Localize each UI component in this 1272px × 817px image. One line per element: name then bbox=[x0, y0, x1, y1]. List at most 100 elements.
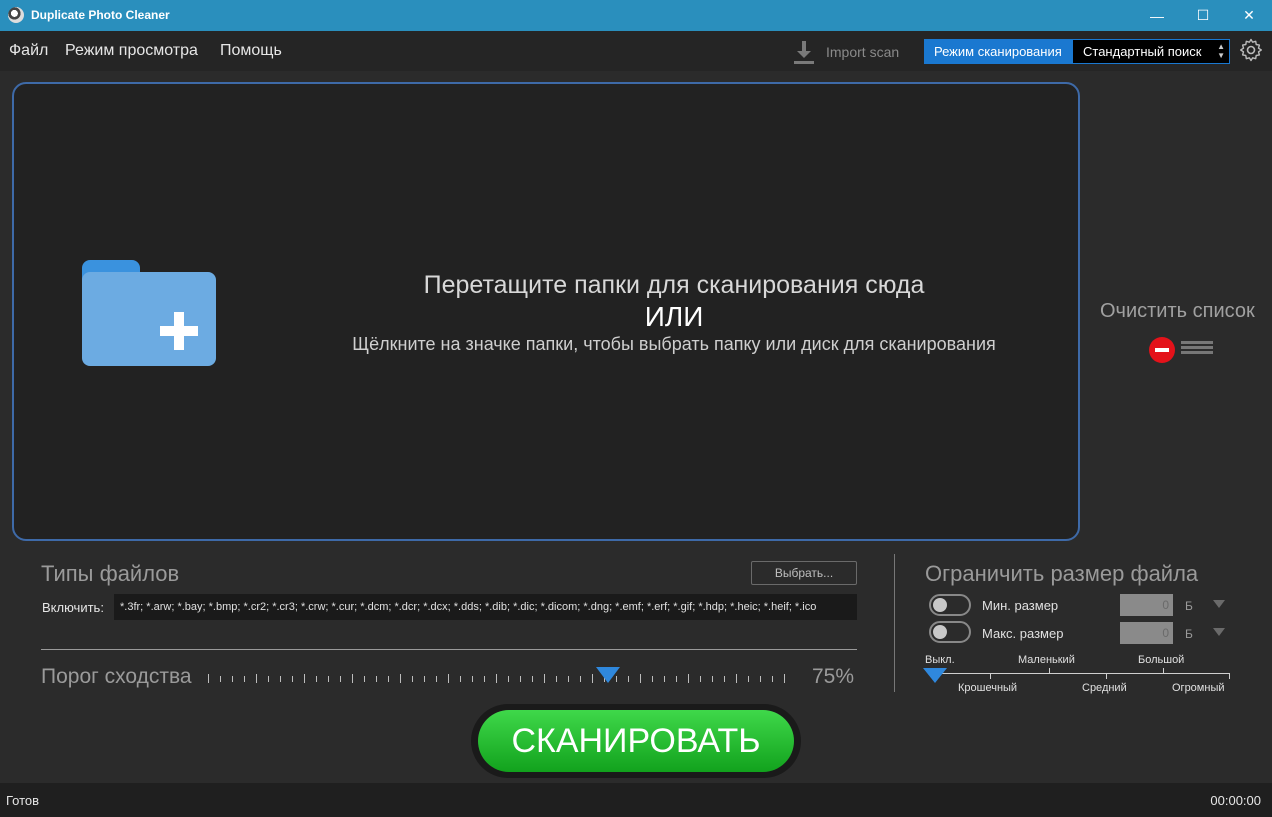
similarity-label: Порог сходства bbox=[41, 665, 192, 688]
maximize-button[interactable]: ☐ bbox=[1180, 0, 1226, 31]
panel-divider bbox=[894, 554, 895, 692]
slider-tick bbox=[736, 674, 737, 683]
gear-icon[interactable] bbox=[1239, 38, 1263, 62]
updown-arrows-icon: ▲ ▼ bbox=[1217, 42, 1225, 60]
slider-tick bbox=[784, 674, 785, 683]
similarity-slider-thumb[interactable] bbox=[596, 667, 620, 683]
slider-tick bbox=[544, 674, 545, 683]
slider-tick bbox=[628, 676, 629, 682]
slider-tick bbox=[700, 676, 701, 682]
folder-add-icon[interactable] bbox=[82, 260, 216, 368]
scale-label-tiny: Крошечный bbox=[958, 682, 1018, 694]
slider-tick bbox=[304, 674, 305, 683]
min-size-toggle[interactable] bbox=[929, 594, 971, 616]
slider-tick bbox=[328, 676, 329, 682]
title-bar: Duplicate Photo Cleaner — ☐ ✕ bbox=[0, 0, 1272, 31]
slider-tick bbox=[508, 676, 509, 682]
min-size-unit: Б bbox=[1185, 599, 1193, 613]
slider-tick bbox=[580, 676, 581, 682]
slider-tick bbox=[244, 676, 245, 682]
menu-view-mode[interactable]: Режим просмотра bbox=[65, 42, 198, 60]
slider-tick bbox=[556, 676, 557, 682]
scale-label-large: Большой bbox=[1138, 654, 1185, 666]
download-icon bbox=[792, 39, 816, 65]
slider-tick bbox=[688, 674, 689, 683]
scale-label-off: Выкл. bbox=[925, 654, 955, 666]
slider-tick bbox=[772, 676, 773, 682]
max-size-unit: Б bbox=[1185, 627, 1193, 641]
remove-icon bbox=[1149, 337, 1175, 363]
size-scale-thumb[interactable] bbox=[923, 668, 947, 683]
slider-tick bbox=[208, 674, 209, 683]
slider-tick bbox=[232, 676, 233, 682]
slider-tick bbox=[220, 676, 221, 682]
min-size-input[interactable]: 0 bbox=[1120, 594, 1173, 616]
click-instruction: Щёлкните на значке папки, чтобы выбрать … bbox=[352, 334, 996, 354]
divider bbox=[41, 649, 857, 650]
slider-tick bbox=[376, 676, 377, 682]
slider-tick bbox=[664, 676, 665, 682]
slider-tick bbox=[400, 674, 401, 683]
slider-tick bbox=[280, 676, 281, 682]
slider-tick bbox=[268, 676, 269, 682]
slider-tick bbox=[520, 676, 521, 682]
slider-tick bbox=[388, 676, 389, 682]
slider-tick bbox=[484, 676, 485, 682]
size-limit-title: Ограничить размер файла bbox=[925, 561, 1199, 586]
scale-label-medium: Средний bbox=[1082, 682, 1127, 694]
slider-tick bbox=[292, 676, 293, 682]
drop-or: ИЛИ bbox=[644, 301, 704, 332]
slider-tick bbox=[352, 674, 353, 683]
slider-tick bbox=[448, 674, 449, 683]
app-logo-icon bbox=[8, 7, 24, 23]
include-extensions-field[interactable]: *.3fr; *.arw; *.bay; *.bmp; *.cr2; *.cr3… bbox=[114, 594, 857, 620]
choose-file-types-button[interactable]: Выбрать... bbox=[751, 561, 857, 585]
elapsed-timer: 00:00:00 bbox=[1210, 793, 1261, 808]
include-label: Включить: bbox=[42, 600, 104, 615]
menu-help[interactable]: Помощь bbox=[220, 42, 282, 60]
scale-tick bbox=[1106, 674, 1107, 679]
max-size-input[interactable]: 0 bbox=[1120, 622, 1173, 644]
folder-drop-zone[interactable]: Перетащите папки для сканирования сюда И… bbox=[12, 82, 1080, 541]
scan-button[interactable]: СКАНИРОВАТЬ bbox=[478, 710, 794, 772]
size-scale-slider[interactable] bbox=[928, 673, 1230, 674]
menu-file[interactable]: Файл bbox=[9, 42, 48, 60]
list-icon bbox=[1181, 341, 1213, 359]
clear-list-button[interactable] bbox=[1149, 337, 1215, 363]
slider-tick bbox=[316, 676, 317, 682]
clear-list-title: Очистить список bbox=[1100, 300, 1255, 322]
slider-tick bbox=[760, 676, 761, 682]
scan-mode-selector: Режим сканирования Стандартный поиск ▲ ▼ bbox=[924, 39, 1230, 64]
drop-instruction: Перетащите папки для сканирования сюда bbox=[423, 271, 925, 299]
similarity-slider-track[interactable] bbox=[205, 674, 795, 686]
min-size-label: Мин. размер bbox=[982, 598, 1059, 613]
slider-tick bbox=[436, 676, 437, 682]
window-title: Duplicate Photo Cleaner bbox=[31, 8, 170, 22]
scale-tick bbox=[1229, 674, 1230, 679]
scale-tick bbox=[1163, 668, 1164, 673]
slider-tick bbox=[256, 674, 257, 683]
slider-tick bbox=[340, 676, 341, 682]
file-types-title: Типы файлов bbox=[41, 561, 180, 586]
slider-tick bbox=[496, 674, 497, 683]
scale-tick bbox=[1049, 668, 1050, 673]
status-text: Готов bbox=[6, 793, 40, 808]
min-unit-dropdown-icon[interactable] bbox=[1213, 600, 1225, 608]
slider-tick bbox=[652, 676, 653, 682]
slider-tick bbox=[676, 676, 677, 682]
max-size-toggle[interactable] bbox=[929, 621, 971, 643]
scale-label-huge: Огромный bbox=[1172, 682, 1225, 694]
slider-tick bbox=[640, 674, 641, 683]
slider-tick bbox=[364, 676, 365, 682]
slider-tick bbox=[568, 676, 569, 682]
similarity-value: 75% bbox=[812, 665, 855, 688]
scale-tick bbox=[990, 674, 991, 679]
scan-mode-dropdown[interactable]: Стандартный поиск ▲ ▼ bbox=[1073, 40, 1229, 63]
slider-tick bbox=[748, 676, 749, 682]
slider-tick bbox=[712, 676, 713, 682]
minimize-button[interactable]: — bbox=[1134, 0, 1180, 31]
close-button[interactable]: ✕ bbox=[1226, 0, 1272, 31]
import-scan-button[interactable]: Import scan bbox=[792, 39, 899, 65]
slider-tick bbox=[592, 674, 593, 683]
max-unit-dropdown-icon[interactable] bbox=[1213, 628, 1225, 636]
